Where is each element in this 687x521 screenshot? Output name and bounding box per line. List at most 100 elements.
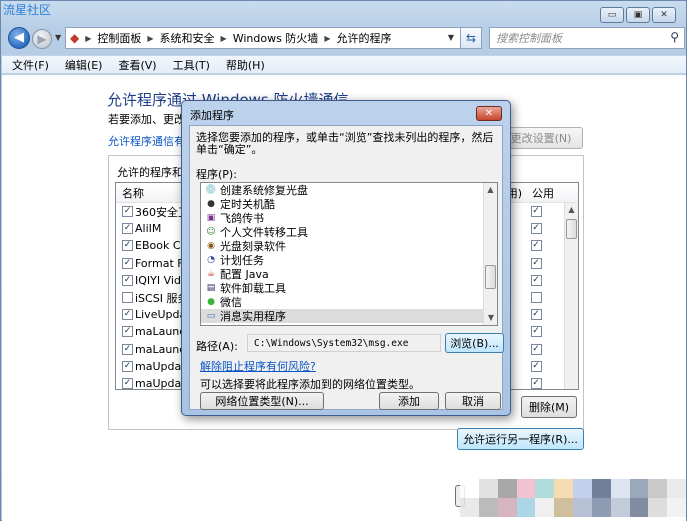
dialog-title: 添加程序	[190, 109, 234, 122]
cancel-button[interactable]: 取消	[445, 392, 501, 410]
public-cell	[516, 292, 556, 304]
public-checkbox[interactable]: ✓	[530, 309, 542, 321]
row-checkbox[interactable]: ✓	[122, 309, 133, 321]
disc-icon: 💿	[205, 185, 217, 195]
public-cell: ✓	[516, 309, 556, 321]
allow-another-program-button[interactable]: 允许运行另一程序(R)...	[457, 428, 584, 450]
public-checkbox[interactable]	[530, 292, 542, 304]
menu-help[interactable]: 帮助(H)	[226, 57, 265, 73]
page-subtitle: 若要添加、更改	[108, 113, 185, 126]
public-checkbox[interactable]: ✓	[530, 223, 542, 235]
public-cell: ✓	[516, 326, 556, 338]
schedule-icon: ◔	[207, 255, 215, 265]
network-location-button[interactable]: 网络位置类型(N)...	[200, 392, 324, 410]
add-button[interactable]: 添加	[379, 392, 439, 410]
uninstall-icon: ▤	[206, 283, 216, 293]
watermark-text: 流星社区	[3, 3, 52, 17]
scroll-up-icon[interactable]: ▲	[484, 183, 497, 197]
java-icon: ☕	[206, 269, 216, 279]
menu-bar: 文件(F) 编辑(E) 查看(V) 工具(T) 帮助(H)	[2, 55, 686, 74]
breadcrumb-item[interactable]: 系统和安全	[160, 30, 215, 46]
address-dropdown-icon[interactable]: ▼	[448, 33, 454, 42]
row-checkbox[interactable]: ✓	[122, 206, 133, 218]
scroll-down-icon[interactable]: ▼	[484, 311, 497, 325]
menu-file[interactable]: 文件(F)	[12, 57, 49, 73]
programs-label: 程序(P):	[196, 168, 237, 181]
public-checkbox[interactable]: ✓	[530, 360, 542, 372]
list-item[interactable]: ● 微信	[201, 295, 497, 309]
public-checkbox[interactable]: ✓	[530, 257, 542, 269]
row-checkbox[interactable]: ✓	[122, 326, 133, 338]
program-label: 邓鼓	[220, 322, 242, 325]
list-item[interactable]: ☺ 个人文件转移工具	[201, 225, 497, 239]
public-cell: ✓	[516, 274, 556, 286]
list-item[interactable]: ▣ 飞鸽传书	[201, 211, 497, 225]
program-name: maUpdat	[135, 359, 186, 373]
list-item[interactable]: ● 定时关机酷	[201, 197, 497, 211]
dialog-body: 选择您要添加的程序，或单击“浏览”查找未列出的程序，然后单击“确定”。 程序(P…	[189, 125, 504, 410]
public-checkbox[interactable]: ✓	[530, 326, 542, 338]
menu-view[interactable]: 查看(V)	[118, 57, 156, 73]
breadcrumb-separator-icon: ▶	[220, 33, 227, 43]
add-program-dialog: 添加程序 ✕ 选择您要添加的程序，或单击“浏览”查找未列出的程序，然后单击“确定…	[181, 100, 511, 416]
risk-info-link[interactable]: 允许程序通信有	[108, 133, 185, 149]
search-input[interactable]: 搜索控制面板 ⚲	[489, 27, 685, 49]
breadcrumb-item[interactable]: 控制面板	[97, 30, 141, 46]
row-checkbox[interactable]	[122, 292, 133, 304]
row-checkbox[interactable]: ✓	[122, 223, 133, 235]
breadcrumb-separator-icon: ▶	[147, 33, 154, 43]
list-scrollbar[interactable]: ▲	[564, 203, 578, 389]
transfer-icon: ☺	[206, 227, 216, 237]
row-checkbox[interactable]: ✓	[122, 274, 133, 286]
address-row: ◀ ▶ ▼ ◆ ▶ 控制面板 ▶ 系统和安全 ▶ Windows 防火墙 ▶ 允…	[5, 26, 685, 52]
address-bar[interactable]: ◆ ▶ 控制面板 ▶ 系统和安全 ▶ Windows 防火墙 ▶ 允许的程序 ▼	[65, 27, 461, 49]
programs-scrollbar[interactable]: ▲ ▼	[483, 183, 497, 325]
programs-list[interactable]: 💿 创建系统修复光盘 ● 定时关机酷 ▣ 飞鸽传书 ☺ 个人文件转移工具 ◉ 光盘刻录软件 ◔ 计划任…	[200, 182, 498, 326]
row-checkbox[interactable]: ✓	[122, 343, 133, 355]
list-item[interactable]: ▭ 消息实用程序	[201, 309, 497, 323]
public-checkbox[interactable]: ✓	[530, 274, 542, 286]
scroll-thumb[interactable]	[485, 265, 496, 289]
list-item[interactable]: ▤ 软件卸载工具	[201, 281, 497, 295]
path-field[interactable]: C:\Windows\System32\msg.exe	[247, 334, 441, 352]
row-checkbox[interactable]: ✓	[122, 360, 133, 372]
close-window-button[interactable]: ✕	[652, 7, 676, 23]
recent-pages-chevron-icon[interactable]: ▼	[55, 33, 61, 42]
change-settings-button[interactable]: 更改设置(N)	[499, 127, 583, 149]
public-checkbox[interactable]: ✓	[530, 206, 542, 218]
row-checkbox[interactable]: ✓	[122, 377, 133, 389]
list-item[interactable]: 💿 创建系统修复光盘	[201, 183, 497, 197]
refresh-button[interactable]: ⇆	[460, 27, 482, 49]
column-public[interactable]: 公用	[522, 185, 564, 201]
search-icon[interactable]: ⚲	[670, 30, 679, 44]
scroll-up-icon[interactable]: ▲	[565, 203, 578, 217]
list-item[interactable]: ◉ 光盘刻录软件	[201, 239, 497, 253]
minimize-button[interactable]: ▭	[600, 7, 624, 23]
public-checkbox[interactable]: ✓	[530, 343, 542, 355]
breadcrumb-item[interactable]: Windows 防火墙	[233, 30, 319, 46]
pigeon-icon: ▣	[206, 213, 216, 223]
public-checkbox[interactable]: ✓	[530, 240, 542, 252]
dialog-close-button[interactable]: ✕	[476, 106, 502, 121]
back-button[interactable]: ◀	[8, 27, 30, 49]
browse-button[interactable]: 浏览(B)...	[445, 333, 504, 353]
row-checkbox[interactable]: ✓	[122, 257, 133, 269]
app-icon: ▦	[205, 325, 217, 326]
menu-tools[interactable]: 工具(T)	[173, 57, 210, 73]
wechat-icon: ●	[207, 297, 215, 307]
unblock-risk-link[interactable]: 解除阻止程序有何风险?	[200, 358, 316, 374]
list-item[interactable]: ◔ 计划任务	[201, 253, 497, 267]
public-cell: ✓	[516, 257, 556, 269]
network-location-text: 可以选择要将此程序添加到的网络位置类型。	[200, 378, 420, 391]
delete-button[interactable]: 删除(M)	[521, 396, 577, 418]
public-checkbox[interactable]: ✓	[530, 377, 542, 389]
maximize-button[interactable]: ▣	[626, 7, 650, 23]
pixelated-watermark	[460, 479, 686, 517]
public-cell: ✓	[516, 377, 556, 389]
scroll-thumb[interactable]	[566, 219, 577, 239]
list-item[interactable]: ☕ 配置 Java	[201, 267, 497, 281]
menu-edit[interactable]: 编辑(E)	[65, 57, 103, 73]
row-checkbox[interactable]: ✓	[122, 240, 133, 252]
breadcrumb-item[interactable]: 允许的程序	[336, 30, 391, 46]
forward-button[interactable]: ▶	[32, 29, 52, 49]
